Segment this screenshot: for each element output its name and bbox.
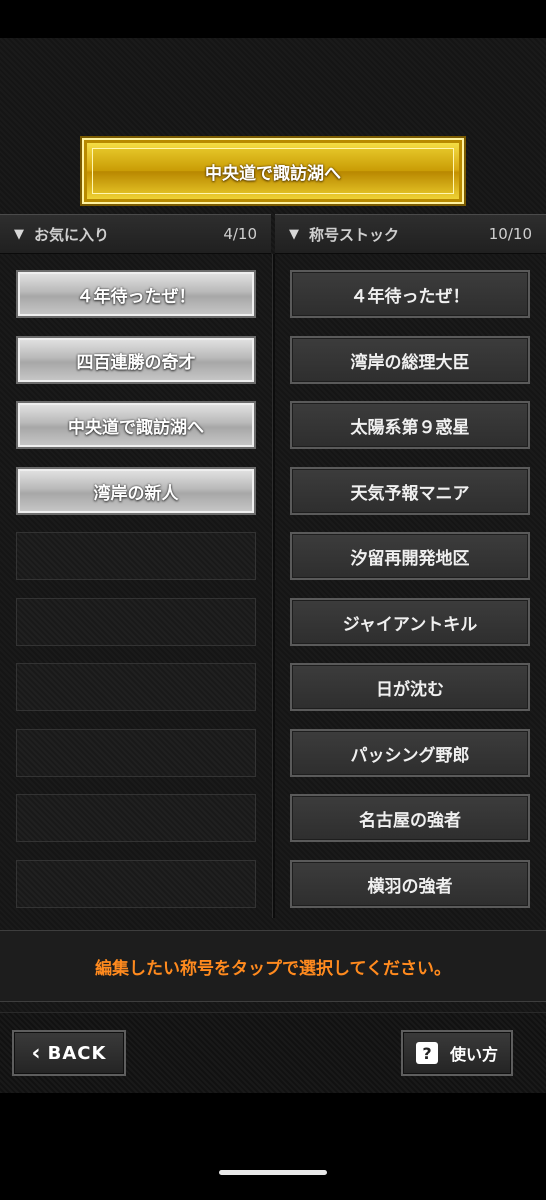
column-divider (272, 254, 275, 918)
stock-slot-7[interactable]: 日が沈む (290, 663, 530, 711)
stock-slot-1[interactable]: ４年待ったぜ！ (290, 270, 530, 318)
help-button[interactable]: ? 使い方 (401, 1030, 513, 1076)
favorite-slot-1[interactable]: ４年待ったぜ！ (16, 270, 256, 318)
stock-slot-8[interactable]: パッシング野郎 (290, 729, 530, 777)
triangle-down-icon: ▼ (289, 226, 299, 242)
instruction-text: 編集したい称号をタップで選択してください。 (0, 930, 546, 1002)
favorite-slot-empty-9[interactable] (16, 794, 256, 842)
favorite-slot-empty-5[interactable] (16, 532, 256, 580)
favorites-count: 4/10 (223, 225, 257, 243)
chevron-left-icon: ‹ (31, 1040, 42, 1066)
help-button-label: 使い方 (449, 1045, 498, 1064)
stock-slot-9[interactable]: 名古屋の強者 (290, 794, 530, 842)
stock-slot-10[interactable]: 横羽の強者 (290, 860, 530, 908)
stock-slot-3[interactable]: 太陽系第９惑星 (290, 401, 530, 449)
triangle-down-icon: ▼ (14, 226, 24, 242)
favorites-header: ▼ お気に入り 4/10 (0, 214, 271, 254)
favorite-slot-empty-10[interactable] (16, 860, 256, 908)
stock-count: 10/10 (488, 225, 532, 243)
stock-slot-5[interactable]: 汐留再開発地区 (290, 532, 530, 580)
stock-slot-4[interactable]: 天気予報マニア (290, 467, 530, 515)
favorite-slot-2[interactable]: 四百連勝の奇才 (16, 336, 256, 384)
stock-slot-2[interactable]: 湾岸の総理大臣 (290, 336, 530, 384)
favorite-slot-empty-6[interactable] (16, 598, 256, 646)
selected-title-banner: 中央道で諏訪湖へ (82, 138, 464, 204)
favorites-header-title: お気に入り (34, 225, 110, 244)
favorite-slot-empty-7[interactable] (16, 663, 256, 711)
favorite-slot-empty-8[interactable] (16, 729, 256, 777)
stock-header: ▼ 称号ストック 10/10 (275, 214, 546, 254)
back-button-label: BACK (47, 1042, 107, 1064)
home-indicator[interactable] (219, 1170, 327, 1175)
favorite-slot-4[interactable]: 湾岸の新人 (16, 467, 256, 515)
back-button[interactable]: ‹ BACK (12, 1030, 126, 1076)
favorite-slot-3[interactable]: 中央道で諏訪湖へ (16, 401, 256, 449)
question-icon: ? (415, 1042, 438, 1064)
stock-slot-6[interactable]: ジャイアントキル (290, 598, 530, 646)
stock-header-title: 称号ストック (309, 225, 400, 244)
selected-title-text: 中央道で諏訪湖へ (92, 148, 454, 194)
